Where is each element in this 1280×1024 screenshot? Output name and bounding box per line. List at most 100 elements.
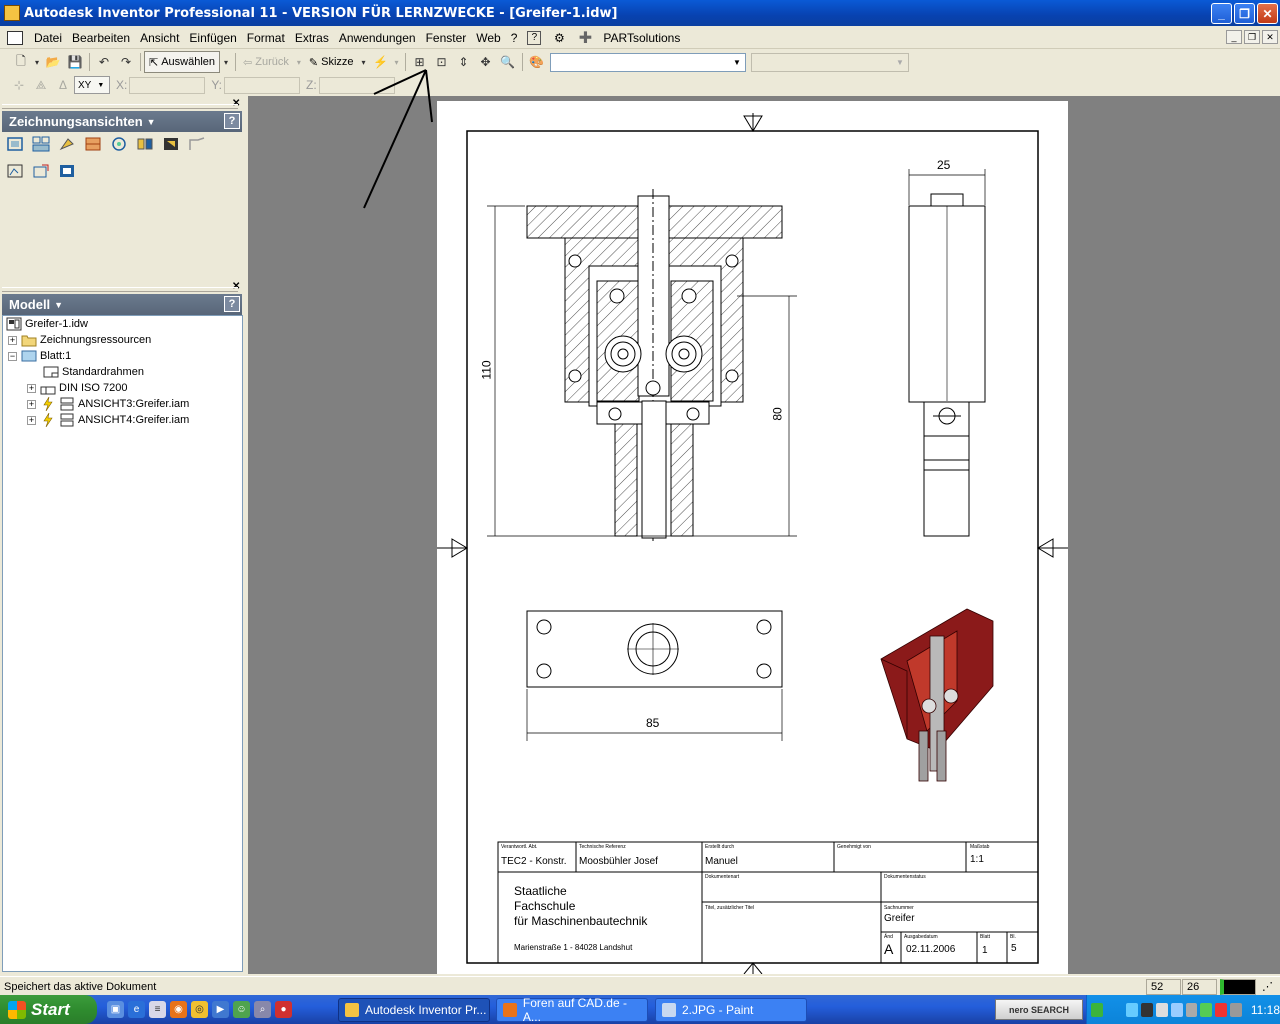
search-icon[interactable]: ⌕: [254, 1001, 271, 1018]
model-panel-dropdown-icon[interactable]: ▼: [54, 300, 63, 310]
tb-value-erstellt[interactable]: Manuel: [705, 856, 738, 867]
zoom-selected-icon[interactable]: 🔍: [497, 51, 519, 73]
tb-value-aend[interactable]: A: [884, 941, 893, 957]
doc-close-button[interactable]: ✕: [1262, 30, 1278, 44]
section-view-icon[interactable]: [82, 134, 104, 154]
tree-item-titleblock[interactable]: + DIN ISO 7200: [27, 380, 127, 396]
pan-icon[interactable]: ✥: [475, 51, 497, 73]
clock[interactable]: 11:18: [1251, 1003, 1280, 1017]
menu-extras[interactable]: Extras: [290, 31, 334, 45]
parts-library-icon[interactable]: ⚙: [551, 30, 567, 46]
model-panel-help-icon[interactable]: ?: [224, 296, 240, 312]
tree-item-border[interactable]: Standardrahmen: [43, 364, 144, 380]
undo-icon[interactable]: ↶: [93, 51, 115, 73]
outlook-icon[interactable]: ◎: [191, 1001, 208, 1018]
projected-view-icon[interactable]: [30, 134, 52, 154]
save-icon[interactable]: 💾: [64, 51, 86, 73]
tree-item-resources[interactable]: + Zeichnungsressourcen: [8, 332, 151, 348]
menu-format[interactable]: Format: [242, 31, 290, 45]
dim-text-80[interactable]: 80: [771, 407, 785, 420]
resize-grip-icon[interactable]: ⋰: [1262, 980, 1273, 993]
task-firefox[interactable]: Foren auf CAD.de - A...: [496, 996, 648, 1024]
sketch-button[interactable]: ✎ Skizze: [305, 51, 358, 73]
auxiliary-view-icon[interactable]: [56, 134, 78, 154]
tray-icon-3[interactable]: [1155, 1002, 1168, 1017]
green-arrow-icon[interactable]: [1091, 1002, 1103, 1017]
style-dropdown-icon[interactable]: ▼: [730, 54, 745, 71]
menu-help[interactable]: ?: [506, 31, 523, 45]
media-player-icon[interactable]: ▶: [212, 1001, 229, 1018]
menu-web[interactable]: Web: [471, 31, 505, 45]
plane-dropdown-icon[interactable]: ▼: [97, 82, 104, 89]
zoom-icon[interactable]: ⇕: [453, 51, 475, 73]
redo-icon[interactable]: ↷: [115, 51, 137, 73]
back-dropdown-icon[interactable]: ▾: [293, 51, 305, 73]
expand-icon[interactable]: +: [27, 415, 36, 425]
tray-icon-6[interactable]: [1200, 1002, 1213, 1017]
firefox-icon[interactable]: ◉: [170, 1001, 187, 1018]
y-input[interactable]: [224, 76, 301, 94]
task-paint[interactable]: 2.JPG - Paint: [655, 998, 807, 1022]
style-combobox[interactable]: ▼: [549, 52, 746, 72]
overlay-view-icon[interactable]: [56, 161, 78, 181]
layer-combobox[interactable]: ▼: [750, 52, 909, 72]
internet-explorer-icon[interactable]: e: [128, 1001, 145, 1018]
dim-text-25[interactable]: 25: [937, 158, 950, 172]
select-button[interactable]: ⇱ Auswählen: [144, 51, 221, 73]
drawing-sheet[interactable]: 25 110 80 85 Verantwortl. Abt. TEC2 - Ko…: [437, 101, 1068, 974]
tray-icon-7[interactable]: [1215, 1002, 1228, 1017]
x-input[interactable]: [129, 76, 206, 94]
tb-value-sachnummer[interactable]: Greifer: [884, 913, 915, 924]
delta-icon[interactable]: Δ: [52, 74, 74, 96]
open-folder-icon[interactable]: 📂: [42, 51, 64, 73]
tree-item-drawing[interactable]: Greifer-1.idw: [6, 316, 88, 332]
views-panel-help-icon[interactable]: ?: [224, 113, 240, 129]
slice-view-icon[interactable]: [186, 134, 208, 154]
new-dropdown-icon[interactable]: ▾: [32, 51, 42, 73]
crop-view-icon[interactable]: [4, 161, 26, 181]
menu-fenster[interactable]: Fenster: [421, 31, 472, 45]
collapse-icon[interactable]: −: [8, 351, 17, 361]
menu-ansicht[interactable]: Ansicht: [135, 31, 184, 45]
start-button[interactable]: Start: [0, 995, 97, 1024]
menu-datei[interactable]: Datei: [29, 31, 67, 45]
broken-view-icon[interactable]: [134, 134, 156, 154]
messenger-icon[interactable]: ☺: [233, 1001, 250, 1018]
expand-icon[interactable]: +: [27, 383, 36, 393]
tree-item-view4[interactable]: + ANSICHT4:Greifer.iam: [27, 412, 189, 428]
tray-icon-8[interactable]: [1230, 1002, 1242, 1017]
title-bar[interactable]: Autodesk Inventor Professional 11 - VERS…: [0, 0, 1280, 26]
menu-partsolutions[interactable]: PARTsolutions: [598, 31, 685, 45]
task-inventor[interactable]: Autodesk Inventor Pr...: [338, 998, 490, 1022]
expand-icon[interactable]: +: [27, 399, 36, 409]
doc-minimize-button[interactable]: _: [1226, 30, 1242, 44]
maximize-button[interactable]: ❐: [1234, 3, 1255, 24]
dim-text-85[interactable]: 85: [646, 716, 659, 730]
tb-value-tech-ref[interactable]: Moosbühler Josef: [579, 856, 658, 867]
tree-item-sheet[interactable]: − Blatt:1: [8, 348, 71, 364]
views-panel-grip[interactable]: [2, 104, 238, 109]
show-desktop-icon[interactable]: ▣: [107, 1001, 124, 1018]
doc-restore-button[interactable]: ❐: [1244, 30, 1260, 44]
relative-origin-icon[interactable]: ⟁: [30, 74, 52, 96]
notepad-icon[interactable]: ≡: [149, 1001, 166, 1018]
menu-bearbeiten[interactable]: Bearbeiten: [67, 31, 135, 45]
tb-value-massstab[interactable]: 1:1: [970, 854, 984, 865]
close-button[interactable]: ✕: [1257, 3, 1278, 24]
menu-anwendungen[interactable]: Anwendungen: [334, 31, 421, 45]
document-icon[interactable]: [7, 30, 23, 45]
draft-view-icon[interactable]: [30, 161, 52, 181]
layer-dropdown-icon[interactable]: ▼: [893, 54, 908, 71]
tb-value-ausgabedatum[interactable]: 02.11.2006: [906, 944, 955, 955]
model-panel-grip[interactable]: [2, 287, 238, 292]
plane-combobox[interactable]: XY ▼: [74, 76, 110, 94]
nero-search-box[interactable]: nero SEARCH: [995, 999, 1083, 1020]
dim-text-110[interactable]: 110: [480, 360, 494, 379]
views-panel-header[interactable]: Zeichnungsansichten ▼ ?: [2, 111, 242, 132]
styles-icon[interactable]: 🎨: [526, 51, 548, 73]
inventor-app-icon[interactable]: [4, 5, 20, 21]
tray-icon-4[interactable]: [1170, 1002, 1183, 1017]
tray-icon-1[interactable]: [1126, 1002, 1138, 1017]
tray-icon-5[interactable]: [1185, 1002, 1198, 1017]
base-view-icon[interactable]: [4, 134, 26, 154]
